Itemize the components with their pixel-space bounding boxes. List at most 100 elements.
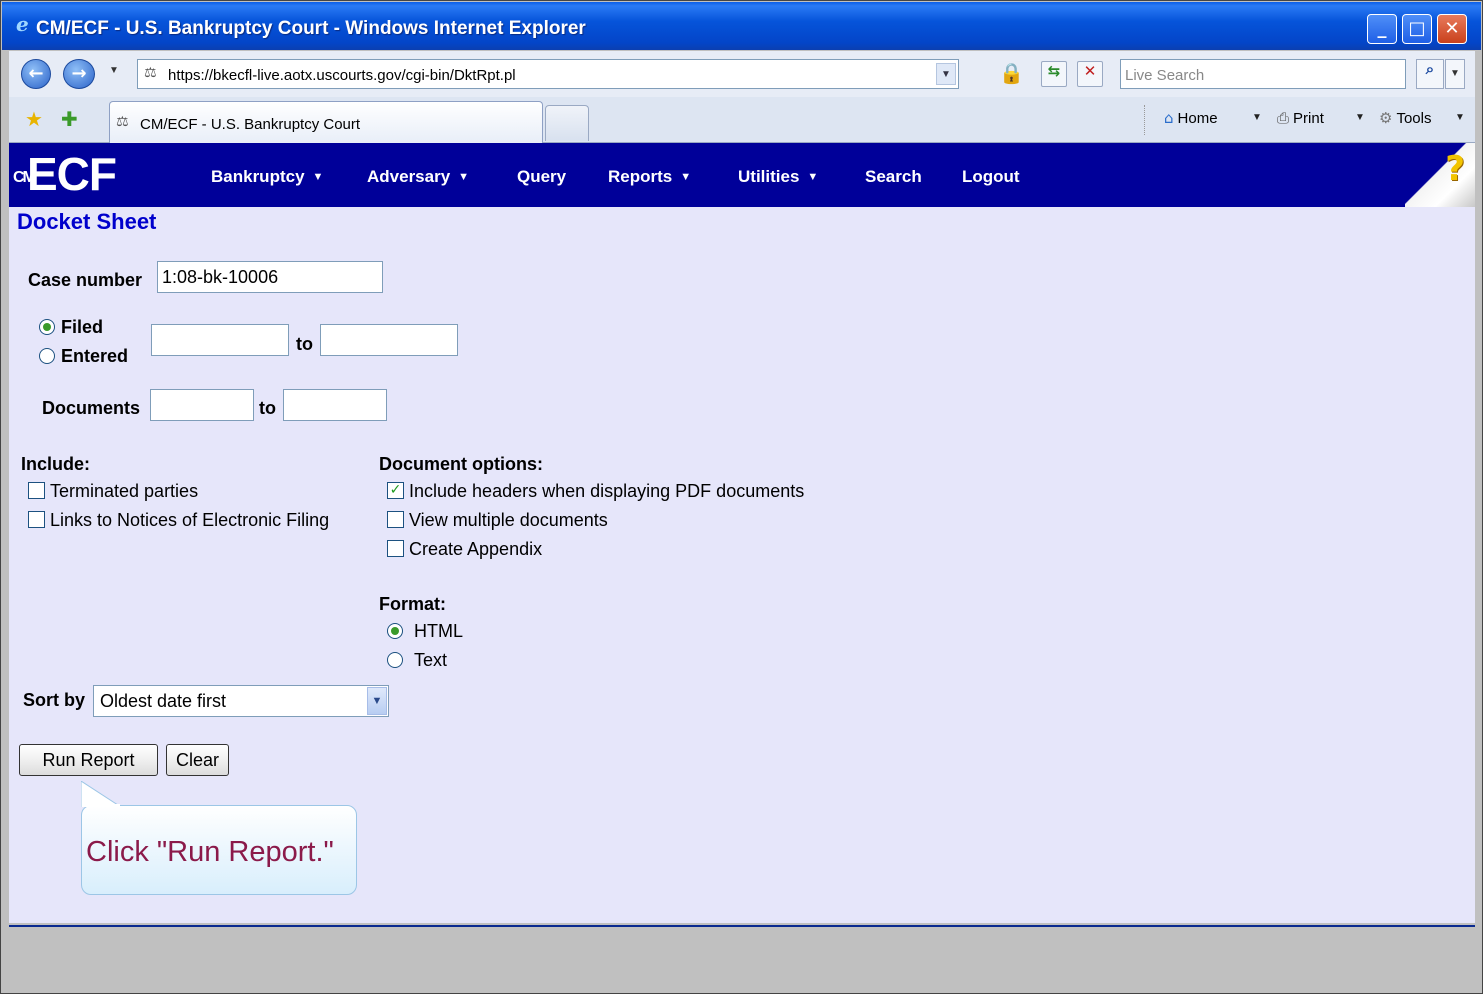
menu-adversary[interactable]: Adversary ▼ — [367, 167, 469, 187]
close-button[interactable]: ✕ — [1437, 14, 1467, 44]
format-html-label: HTML — [414, 621, 463, 641]
ie-logo-icon: e — [16, 12, 29, 36]
entered-radio[interactable] — [39, 348, 55, 364]
court-scales-icon: ⚖ — [116, 114, 129, 130]
chevron-down-icon: ▼ — [680, 171, 692, 183]
menu-query[interactable]: Query — [517, 167, 566, 187]
lock-icon[interactable]: 🔒 — [999, 61, 1024, 87]
chevron-down-icon: ▼ — [458, 171, 470, 183]
documents-from-input[interactable] — [150, 389, 254, 421]
notices-links-label: Links to Notices of Electronic Filing — [50, 510, 330, 530]
sort-by-label: Sort by — [23, 690, 86, 710]
run-report-button[interactable]: Run Report — [19, 744, 158, 776]
view-multiple-label: View multiple documents — [409, 510, 608, 530]
tools-button[interactable]: ⚙ Tools — [1379, 109, 1431, 127]
menu-bankruptcy-label: Bankruptcy — [211, 167, 305, 186]
maximize-button[interactable]: □ — [1402, 14, 1432, 44]
toolbar-separator — [1144, 105, 1146, 135]
print-dropdown-icon[interactable]: ▼ — [1355, 112, 1365, 123]
include-header: Include: — [21, 454, 91, 474]
add-favorites-icon[interactable]: ✚ — [61, 107, 78, 131]
date-from-input[interactable] — [151, 324, 289, 356]
address-bar[interactable]: ⚖ https://bkecfl-live.aotx.uscourts.gov/… — [137, 59, 959, 89]
tools-label: Tools — [1396, 110, 1432, 127]
print-button[interactable]: ⎙ Print — [1277, 109, 1324, 127]
search-input[interactable]: Live Search — [1120, 59, 1406, 89]
chevron-down-icon[interactable]: ▼ — [367, 687, 387, 715]
format-text-label: Text — [414, 650, 448, 670]
date-to-input[interactable] — [320, 324, 458, 356]
favorites-star-icon[interactable]: ★ — [25, 107, 43, 131]
home-label: Home — [1177, 110, 1218, 127]
ecf-menu-bar: CMECF Bankruptcy ▼ Adversary ▼ Query Repor… — [9, 143, 1475, 207]
documents-to-label: to — [259, 398, 276, 418]
cm-ecf-logo[interactable]: CMECF — [13, 148, 117, 200]
format-html-radio[interactable] — [387, 623, 403, 639]
terminated-parties-label: Terminated parties — [50, 481, 199, 501]
home-icon: ⌂ — [1164, 109, 1174, 127]
minimize-button[interactable]: _ — [1367, 14, 1397, 44]
format-header: Format: — [379, 594, 446, 614]
logo-prefix: CM — [13, 168, 36, 186]
court-scales-icon: ⚖ — [144, 65, 157, 81]
menu-bankruptcy[interactable]: Bankruptcy ▼ — [211, 167, 323, 187]
address-dropdown-icon[interactable]: ▼ — [936, 63, 956, 85]
page-title: Docket Sheet — [17, 209, 157, 234]
documents-label: Documents — [42, 398, 141, 418]
tab-cm-ecf[interactable]: ⚖ CM/ECF - U.S. Bankruptcy Court — [109, 101, 543, 143]
documents-to-input[interactable] — [283, 389, 387, 421]
menu-search[interactable]: Search — [865, 167, 922, 187]
recent-pages-dropdown-icon[interactable]: ▼ — [109, 65, 119, 76]
menu-reports-label: Reports — [608, 167, 673, 186]
format-text-radio[interactable] — [387, 652, 403, 668]
include-headers-label: Include headers when displaying PDF docu… — [409, 481, 805, 501]
instruction-callout: Click "Run Report." — [81, 805, 357, 895]
address-url[interactable]: https://bkecfl-live.aotx.uscourts.gov/cg… — [168, 67, 516, 84]
printer-icon: ⎙ — [1277, 109, 1290, 127]
menu-utilities-label: Utilities — [738, 167, 800, 186]
clear-button[interactable]: Clear — [166, 744, 229, 776]
refresh-button[interactable]: ⇆ — [1041, 61, 1067, 87]
create-appendix-label: Create Appendix — [409, 539, 543, 559]
include-headers-checkbox[interactable]: ✓ — [387, 482, 404, 499]
new-tab-button[interactable] — [545, 105, 589, 141]
menu-adversary-label: Adversary — [367, 167, 451, 186]
status-bar — [9, 925, 1475, 993]
browser-window: e CM/ECF - U.S. Bankruptcy Court - Windo… — [0, 0, 1483, 994]
menu-logout-label: Logout — [962, 167, 1020, 186]
menu-query-label: Query — [517, 167, 567, 186]
sort-by-select[interactable]: Oldest date first ▼ — [93, 685, 389, 717]
search-icon[interactable]: ⌕ — [1416, 59, 1444, 89]
document-options-header: Document options: — [379, 454, 543, 474]
filed-radio[interactable] — [39, 319, 55, 335]
notices-links-checkbox[interactable] — [28, 511, 45, 528]
forward-button[interactable]: → — [63, 59, 95, 89]
home-button[interactable]: ⌂ Home — [1164, 109, 1218, 127]
tab-label: CM/ECF - U.S. Bankruptcy Court — [140, 116, 361, 133]
help-button[interactable]: ? — [1405, 143, 1475, 207]
window-title: CM/ECF - U.S. Bankruptcy Court - Windows… — [36, 18, 586, 39]
case-number-label: Case number — [28, 270, 143, 290]
case-number-input[interactable]: 1:08-bk-10006 — [157, 261, 383, 293]
callout-pointer-joint — [82, 804, 120, 807]
search-options-dropdown-icon[interactable]: ▼ — [1445, 59, 1465, 89]
back-button[interactable]: ← — [21, 59, 51, 89]
menu-reports[interactable]: Reports ▼ — [608, 167, 691, 187]
gear-icon: ⚙ — [1379, 109, 1393, 127]
menu-logout[interactable]: Logout — [962, 167, 1020, 187]
home-dropdown-icon[interactable]: ▼ — [1252, 112, 1262, 123]
chevron-down-icon: ▼ — [807, 171, 819, 183]
stop-button[interactable]: ✕ — [1077, 61, 1103, 87]
terminated-parties-checkbox[interactable] — [28, 482, 45, 499]
chevron-down-icon: ▼ — [312, 171, 324, 183]
help-question-icon: ? — [1445, 149, 1465, 189]
filed-label: Filed — [61, 317, 104, 337]
view-multiple-checkbox[interactable] — [387, 511, 404, 528]
address-toolbar: ← → ▼ ⚖ https://bkecfl-live.aotx.uscourt… — [9, 51, 1475, 97]
create-appendix-checkbox[interactable] — [387, 540, 404, 557]
date-to-label: to — [296, 334, 313, 354]
callout-text: Click "Run Report." — [86, 836, 334, 868]
logo-text: ECF — [27, 148, 117, 200]
tools-dropdown-icon[interactable]: ▼ — [1455, 112, 1465, 123]
menu-utilities[interactable]: Utilities ▼ — [738, 167, 818, 187]
